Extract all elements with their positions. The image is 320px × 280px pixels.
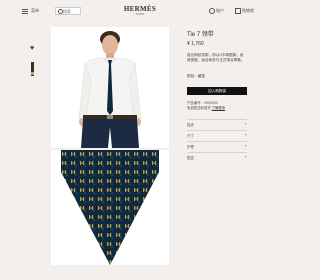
heart-icon[interactable]: ♥ (30, 45, 36, 52)
brand-logo[interactable]: HERMÈS PARIS (118, 5, 162, 16)
accordion-description[interactable]: 描述 + (187, 119, 247, 127)
accordion-label: 配送 (187, 156, 194, 160)
shipping-learn-more-link[interactable]: 了解更多 (212, 106, 226, 110)
account-label[interactable]: 账户 (216, 8, 224, 14)
search-box[interactable] (55, 7, 81, 15)
product-price: ¥ 1,760 (187, 41, 204, 47)
accordion-delivery[interactable]: 配送 + (187, 152, 247, 160)
shopping-bag-label[interactable]: 购物袋 (242, 8, 254, 14)
shipping-text: 免费配送和退货 (187, 106, 211, 110)
accordion-label: 护理 (187, 145, 194, 149)
account-icon[interactable] (209, 8, 215, 14)
accordion-care[interactable]: 护理 + (187, 141, 247, 149)
tie-pattern-thumbnail[interactable] (31, 72, 34, 75)
product-title: Tie 7 领带 (187, 32, 214, 38)
tie-pattern-illustration (61, 150, 159, 265)
plus-icon: + (244, 143, 247, 148)
accordion-size[interactable]: 尺寸 + (187, 130, 247, 138)
product-photo-pattern (51, 150, 169, 265)
menu-label[interactable]: 菜单 (31, 8, 39, 14)
color-label: 颜色： (187, 74, 198, 78)
menu-icon[interactable] (22, 9, 28, 14)
color-row: 颜色：藏蓝 (187, 74, 205, 79)
plus-icon: + (244, 121, 247, 126)
plus-icon: + (244, 132, 247, 137)
shipping-info: 免费配送和退货 了解更多 (187, 105, 225, 110)
model-illustration (78, 31, 142, 148)
product-description: 真丝斜纹领带，饰以H字母图案，经典宽度，适合商务与正式场合佩戴。 (187, 53, 245, 62)
accordion-label: 尺寸 (187, 134, 194, 138)
add-to-bag-button[interactable]: 加入购物袋 (187, 87, 247, 95)
color-value: 藏蓝 (197, 74, 205, 78)
site-header: 菜单 HERMÈS PARIS 账户 购物袋 (0, 0, 280, 22)
product-photo-model (51, 27, 169, 148)
accordion-label: 描述 (187, 123, 194, 127)
shopping-bag-icon[interactable] (235, 8, 241, 14)
plus-icon: + (244, 154, 247, 159)
search-input[interactable] (63, 9, 80, 14)
